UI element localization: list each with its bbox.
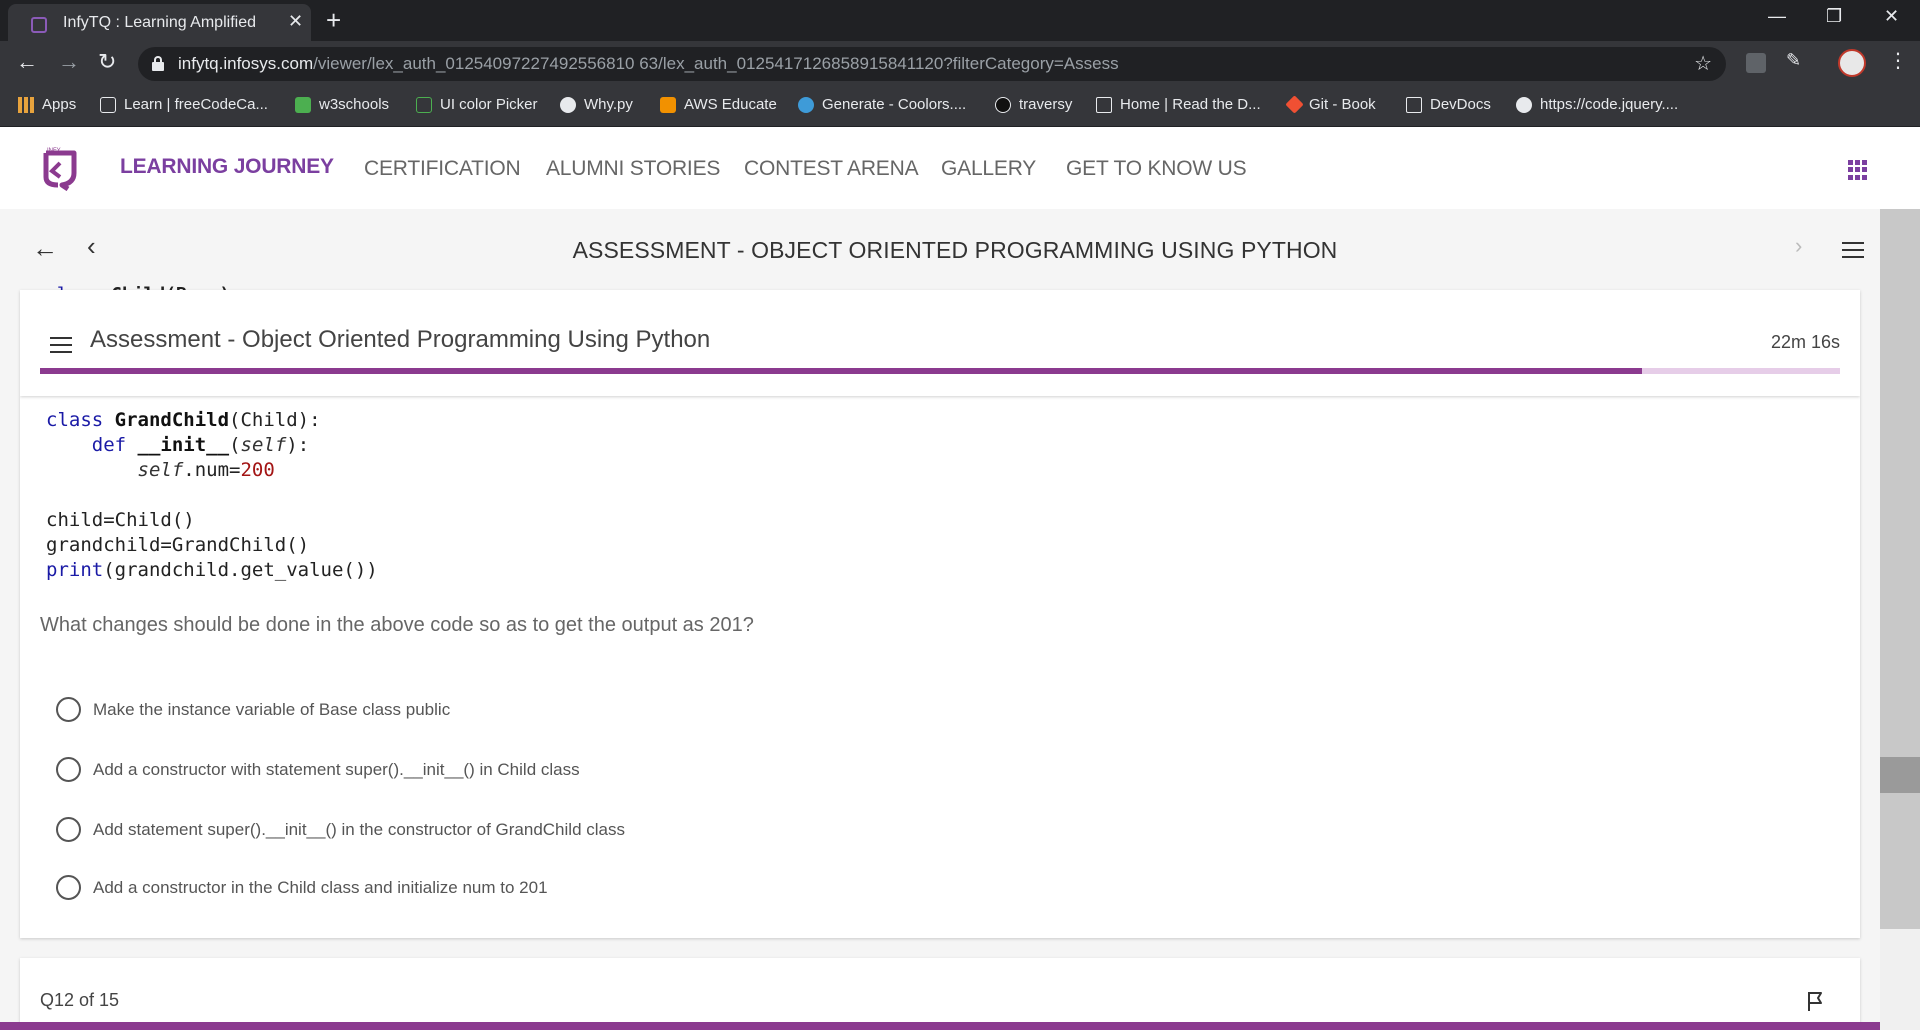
nav-contest-arena[interactable]: CONTEST ARENA xyxy=(744,157,919,181)
w3schools-icon xyxy=(295,96,311,113)
address-bar[interactable]: infytq.infosys.com/viewer/lex_auth_01254… xyxy=(138,47,1726,81)
git-icon xyxy=(1285,95,1304,114)
apps-grid-icon[interactable] xyxy=(1848,160,1868,180)
back-icon[interactable]: ← xyxy=(16,49,38,75)
nav-alumni-stories[interactable]: ALUMNI STORIES xyxy=(546,157,720,181)
option-2[interactable]: Add a constructor with statement super()… xyxy=(56,757,580,782)
browser-toolbar: ← → ↻ infytq.infosys.com/viewer/lex_auth… xyxy=(0,41,1920,87)
question-counter: Q12 of 15 xyxy=(40,990,120,1010)
code-block: class GrandChild(Child): def __init__(se… xyxy=(46,409,378,581)
globe-icon xyxy=(1516,96,1532,113)
option-3-radio[interactable] xyxy=(56,817,81,842)
nav-gallery[interactable]: GALLERY xyxy=(941,157,1036,181)
browser-tab[interactable]: InfyTQ : Learning Amplified ✕ xyxy=(8,4,311,41)
aws-icon xyxy=(660,96,676,113)
option-4[interactable]: Add a constructor in the Child class and… xyxy=(56,875,548,900)
minimize-icon[interactable]: — xyxy=(1768,6,1786,27)
nav-learning-journey[interactable]: LEARNING JOURNEY xyxy=(120,155,334,179)
github-icon xyxy=(995,96,1011,113)
bookmark-why-py[interactable]: Why.py xyxy=(560,96,633,113)
freecodecamp-icon xyxy=(100,96,116,113)
assessment-header-card: Assessment - Object Oriented Programming… xyxy=(20,290,1860,396)
close-tab-icon[interactable]: ✕ xyxy=(288,11,303,32)
logo-text: INFY xyxy=(47,148,61,154)
browser-menu-icon[interactable]: ⋮ xyxy=(1888,48,1908,73)
new-tab-icon[interactable]: + xyxy=(326,5,341,36)
extension-icon[interactable] xyxy=(1746,53,1766,73)
globe-icon xyxy=(560,96,576,113)
viewer-toolbar: ← ‹ ASSESSMENT - OBJECT ORIENTED PROGRAM… xyxy=(0,209,1880,289)
scrollbar-lower-track[interactable] xyxy=(1880,929,1920,1030)
site-header: INFY LEARNING JOURNEY CERTIFICATION ALUM… xyxy=(0,127,1920,209)
nav-get-to-know-us[interactable]: GET TO KNOW US xyxy=(1066,157,1247,181)
option-4-label: Add a constructor in the Child class and… xyxy=(93,877,548,897)
option-4-radio[interactable] xyxy=(56,875,81,900)
bookmark-git-book[interactable]: Git - Book xyxy=(1285,95,1376,114)
bookmark-star-icon[interactable]: ☆ xyxy=(1694,51,1712,76)
viewer-title: ASSESSMENT - OBJECT ORIENTED PROGRAMMING… xyxy=(572,237,1338,263)
option-2-label: Add a constructor with statement super()… xyxy=(93,759,580,779)
bookmarks-bar: Apps Learn | freeCodeCa... w3schools UI … xyxy=(0,87,1920,127)
next-chevron-icon[interactable]: › xyxy=(1795,233,1802,259)
viewer-menu-icon[interactable] xyxy=(1842,242,1864,258)
option-1[interactable]: Make the instance variable of Base class… xyxy=(56,697,450,722)
devdocs-icon xyxy=(1406,96,1422,113)
infytq-favicon-icon xyxy=(31,17,47,33)
question-list-menu-icon[interactable] xyxy=(50,337,72,353)
apps-grid-icon xyxy=(18,96,34,113)
infytq-logo[interactable]: INFY xyxy=(38,147,82,191)
bookmark-w3schools[interactable]: w3schools xyxy=(295,96,389,113)
progress-fill xyxy=(40,368,1642,374)
scrollbar-thumb[interactable] xyxy=(1880,757,1920,793)
option-3-label: Add statement super().__init__() in the … xyxy=(93,819,625,839)
url-text: infytq.infosys.com/viewer/lex_auth_01254… xyxy=(178,54,1119,73)
option-2-radio[interactable] xyxy=(56,757,81,782)
question-card: class GrandChild(Child): def __init__(se… xyxy=(20,396,1860,938)
pen-extension-icon[interactable]: ✎ xyxy=(1786,50,1801,71)
progress-bar xyxy=(40,368,1840,374)
bookmark-traversy[interactable]: traversy xyxy=(995,96,1072,113)
profile-avatar[interactable] xyxy=(1838,49,1866,77)
browser-tab-bar: InfyTQ : Learning Amplified ✕ + — ❐ ✕ xyxy=(0,0,1920,41)
option-3[interactable]: Add statement super().__init__() in the … xyxy=(56,817,625,842)
lock-icon xyxy=(152,56,164,71)
question-text: What changes should be done in the above… xyxy=(40,614,754,636)
restore-icon[interactable]: ❐ xyxy=(1826,6,1842,27)
forward-icon[interactable]: → xyxy=(58,49,80,75)
coolors-icon xyxy=(798,96,814,113)
bookmark-coolors[interactable]: Generate - Coolors.... xyxy=(798,96,966,113)
option-1-label: Make the instance variable of Base class… xyxy=(93,699,451,719)
timer: 22m 16s xyxy=(1770,332,1840,352)
bookmark-devdocs[interactable]: DevDocs xyxy=(1406,96,1491,113)
option-1-radio[interactable] xyxy=(56,697,81,722)
play-icon xyxy=(416,96,432,113)
assessment-title: Assessment - Object Oriented Programming… xyxy=(90,326,711,353)
page-scrollbar[interactable] xyxy=(1880,209,1920,1030)
close-window-icon[interactable]: ✕ xyxy=(1884,6,1899,27)
scrollbar-track[interactable] xyxy=(1880,209,1920,1030)
bookmark-freecodecamp[interactable]: Learn | freeCodeCa... xyxy=(100,96,268,113)
docs-icon xyxy=(1096,96,1112,113)
bookmark-ui-color-picker[interactable]: UI color Picker xyxy=(416,96,538,113)
nav-certification[interactable]: CERTIFICATION xyxy=(364,157,521,181)
question-footer-card: Q12 of 15 xyxy=(20,958,1860,1030)
tab-title: InfyTQ : Learning Amplified xyxy=(63,14,256,31)
bookmark-code-jquery[interactable]: https://code.jquery.... xyxy=(1516,96,1678,113)
flag-icon[interactable] xyxy=(1806,990,1826,1012)
bookmark-apps[interactable]: Apps xyxy=(18,96,76,113)
bottom-accent-bar xyxy=(0,1022,1880,1030)
bookmark-aws-educate[interactable]: AWS Educate xyxy=(660,96,777,113)
reload-icon[interactable]: ↻ xyxy=(98,49,116,75)
bookmark-read-the-docs[interactable]: Home | Read the D... xyxy=(1096,96,1261,113)
